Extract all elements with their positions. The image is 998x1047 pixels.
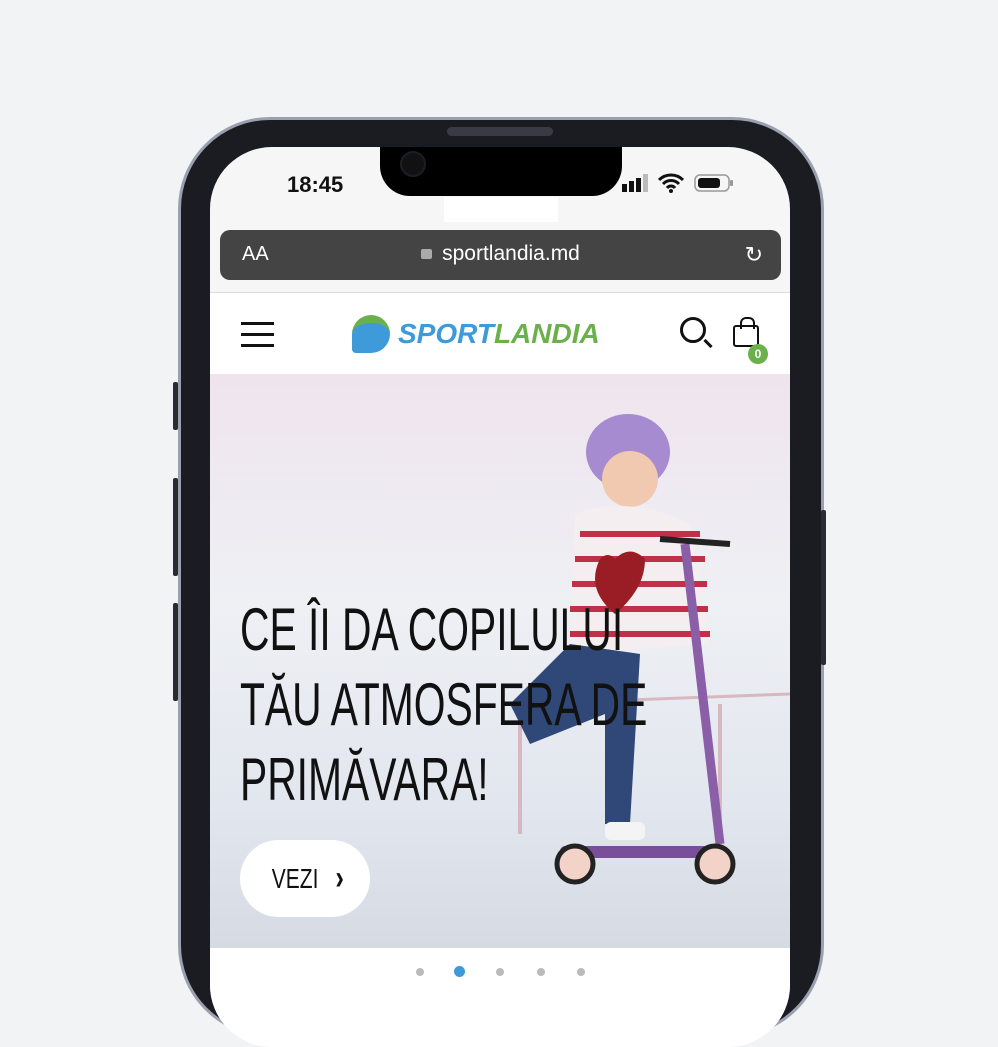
screen: 18:45 AA sportlandia.md ↻ SPORTLANDIA 0 [210, 147, 790, 1047]
hero-headline-line: PRIMĂVARA! [240, 746, 489, 813]
cart-count-badge: 0 [748, 344, 768, 364]
logo[interactable]: SPORTLANDIA [352, 315, 600, 353]
address-bar[interactable]: AA sportlandia.md ↻ [220, 230, 781, 280]
camera [400, 151, 426, 177]
hero-headline-line: TĂU ATMOSFERA DE [240, 671, 648, 738]
logo-text-landia: LANDIA [493, 318, 600, 349]
carousel-dot[interactable] [416, 968, 424, 976]
power-button [821, 510, 826, 665]
notch [380, 147, 622, 196]
carousel-dot[interactable] [577, 968, 585, 976]
hero-banner[interactable]: CE ÎI DA COPILULUI TĂU ATMOSFERA DE PRIM… [210, 374, 790, 948]
speaker [447, 127, 553, 136]
blank-area [444, 197, 558, 222]
logo-icon [352, 315, 390, 353]
status-time: 18:45 [287, 172, 344, 197]
search-icon[interactable] [680, 317, 706, 343]
carousel-dot[interactable] [496, 968, 504, 976]
url-text[interactable]: sportlandia.md [442, 242, 580, 265]
vezi-button[interactable]: VEZI › [240, 840, 370, 917]
status-icons [622, 173, 734, 193]
chevron-right-icon: › [335, 859, 345, 897]
mute-switch [173, 382, 178, 430]
volume-down-button [173, 603, 178, 701]
carousel-dot-active[interactable] [454, 966, 465, 977]
volume-up-button [173, 478, 178, 576]
reload-icon[interactable]: ↻ [745, 242, 763, 268]
hero-headline: CE ÎI DA COPILULUI TĂU ATMOSFERA DE PRIM… [240, 592, 647, 817]
logo-text-sport: SPORT [398, 318, 494, 349]
carousel-dot[interactable] [537, 968, 545, 976]
vezi-label: VEZI [271, 862, 319, 894]
signal-icon [622, 174, 648, 192]
menu-icon[interactable] [241, 322, 274, 355]
wifi-icon [658, 173, 684, 193]
site-header: SPORTLANDIA 0 [210, 292, 790, 374]
battery-icon [694, 174, 733, 192]
lock-icon [421, 249, 433, 259]
hero-headline-line: CE ÎI DA COPILULUI [240, 596, 624, 663]
